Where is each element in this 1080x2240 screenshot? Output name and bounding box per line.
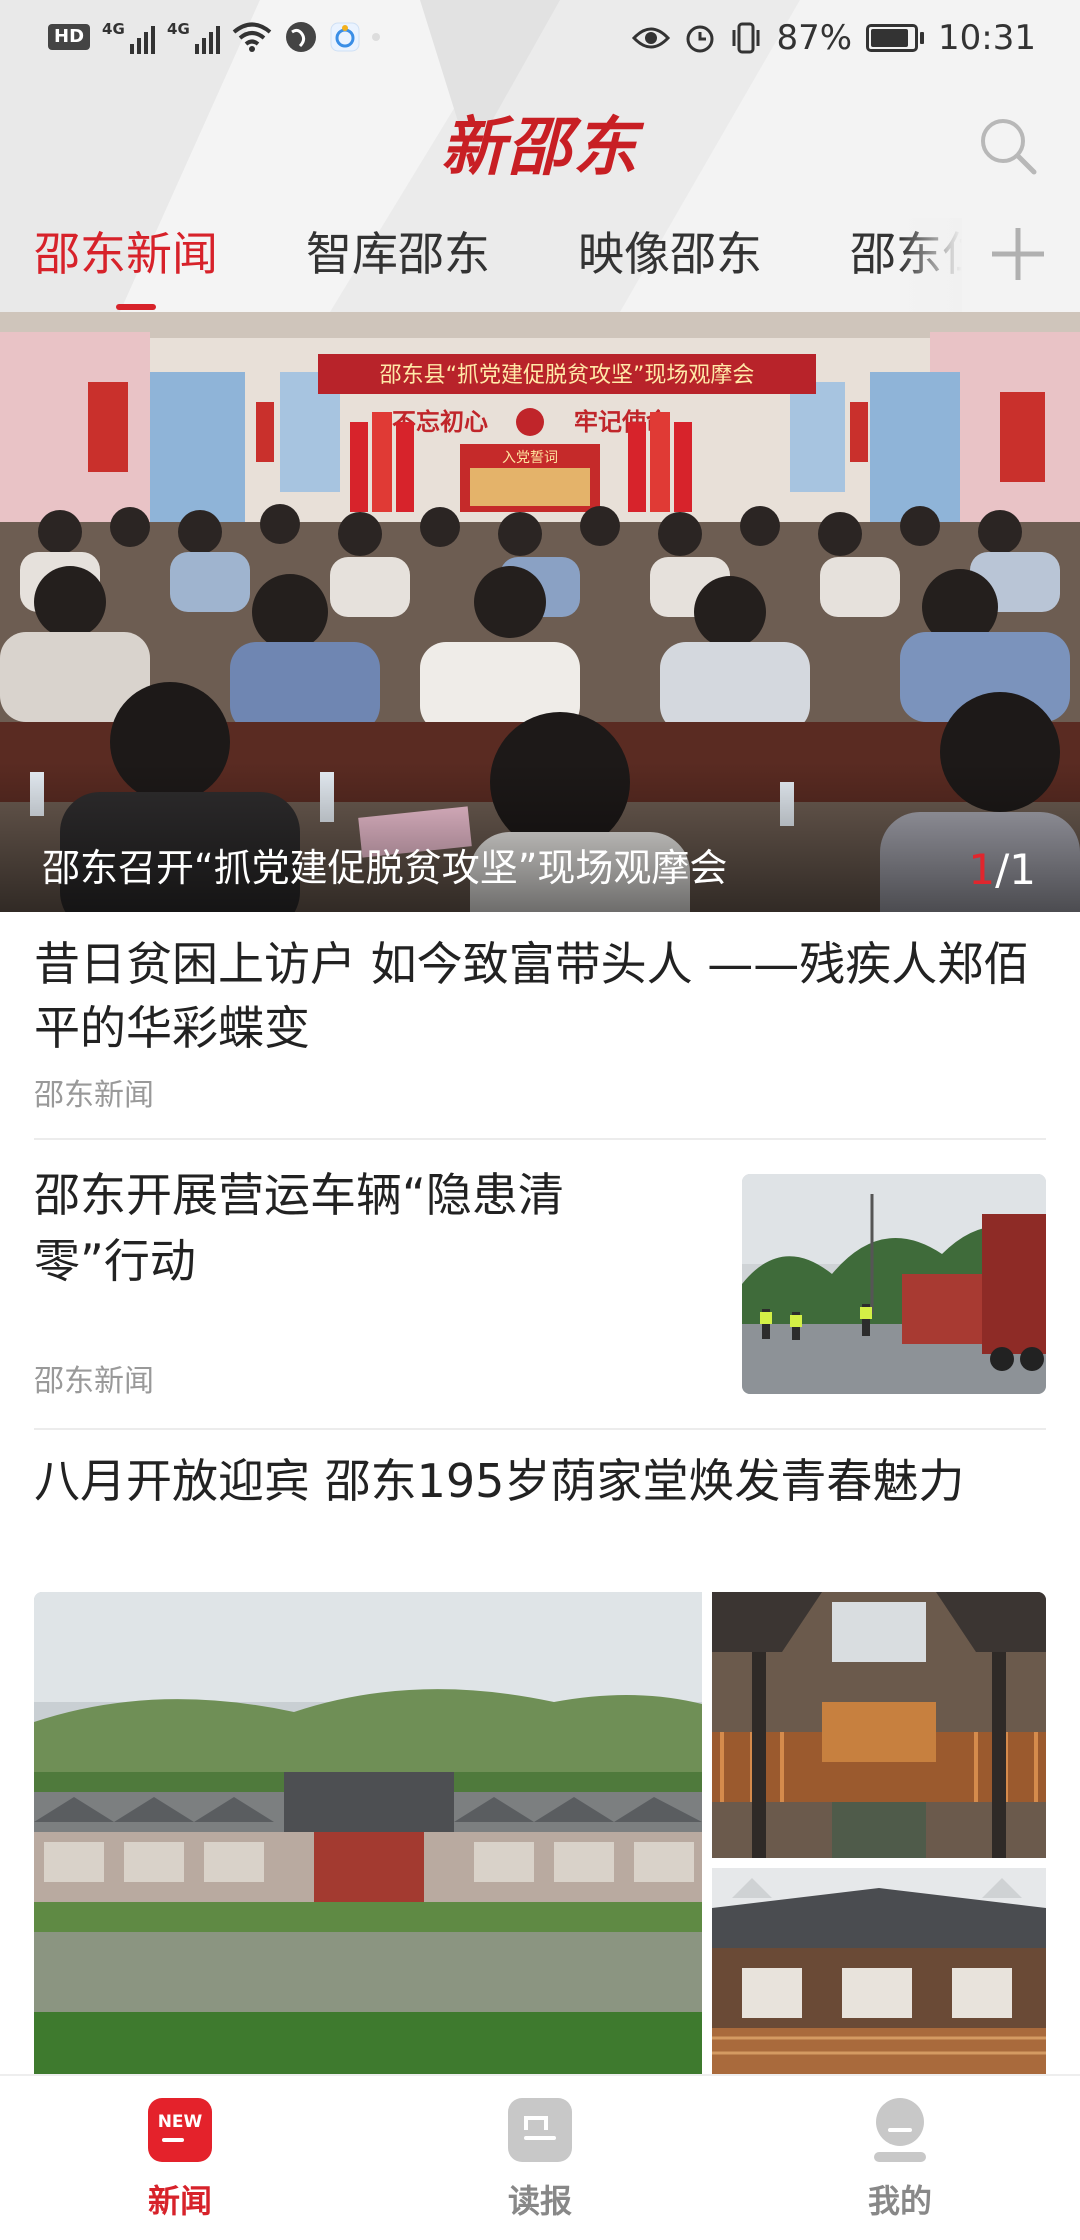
svg-text:入党誓词: 入党誓词 — [502, 450, 558, 466]
article-image-small[interactable] — [712, 1592, 1046, 1858]
search-icon[interactable] — [976, 114, 1040, 178]
article-title[interactable]: 昔日贫困上访户 如今致富带头人 ——残疾人郑佰平的华彩蝶变 — [34, 932, 1046, 1060]
nav-label: 读报 — [507, 2182, 572, 2220]
lotus-app-icon — [330, 22, 360, 52]
article-source: 邵东新闻 — [34, 1078, 154, 1113]
divider — [34, 1428, 1046, 1430]
tab-shaodong-news[interactable]: 邵东新闻 — [34, 218, 218, 284]
article-thumbnail[interactable] — [742, 1174, 1046, 1394]
signal-icon: 4G — [102, 20, 156, 54]
tab-images[interactable]: 映像邵东 — [578, 218, 762, 284]
plus-icon[interactable] — [986, 222, 1050, 286]
newspaper-icon — [508, 2098, 572, 2162]
article-title[interactable]: 八月开放迎宾 邵东195岁荫家堂焕发青春魅力 — [34, 1450, 1046, 1512]
article-source: 邵东新闻 — [34, 1364, 154, 1399]
globe-icon — [286, 22, 317, 52]
article-item[interactable]: 八月开放迎宾 邵东195岁荫家堂焕发青春魅力 — [34, 1450, 1046, 1512]
nav-label: 我的 — [867, 2182, 932, 2220]
nav-news[interactable]: NEW 新闻 — [80, 2098, 280, 2222]
news-icon: NEW — [148, 2098, 212, 2162]
banner-pager: 1/1 — [968, 845, 1036, 894]
signal-icon-2: 4G — [167, 20, 221, 54]
article-item[interactable]: 昔日贫困上访户 如今致富带头人 ——残疾人郑佰平的华彩蝶变 邵东新闻 — [34, 932, 1046, 1114]
active-tab-indicator — [116, 304, 156, 310]
article-image-small[interactable] — [712, 1868, 1046, 2074]
channel-tabs: 邵东新闻 智库邵东 映像邵东 邵东仁 — [0, 218, 1080, 312]
divider — [34, 1138, 1046, 1140]
wifi-icon — [232, 22, 272, 52]
article-image-large[interactable] — [34, 1592, 702, 2074]
dot-icon — [372, 33, 381, 41]
app-logo: 新邵东 — [441, 110, 639, 185]
headline-banner[interactable]: 邵东县“抓党建促脱贫攻坚”现场观摩会 不忘初心 牢记使命 入党誓词 邵东召开“抓… — [0, 312, 1080, 912]
hd-badge: HD — [48, 24, 91, 50]
battery-icon — [866, 24, 925, 52]
photo-meeting-title: 邵东县“抓党建促脱贫攻坚”现场观摩会 — [380, 363, 755, 388]
nav-newspaper[interactable]: 读报 — [440, 2098, 640, 2222]
nav-profile[interactable]: 我的 — [800, 2098, 1000, 2222]
status-bar: HD 4G 4G 87% 10:31 — [0, 0, 1080, 82]
eye-icon — [632, 27, 671, 49]
bottom-nav: NEW 新闻 读报 我的 — [0, 2074, 1080, 2240]
tabs-scroll[interactable]: 邵东新闻 智库邵东 映像邵东 邵东仁 — [0, 218, 962, 312]
banner-caption[interactable]: 邵东召开“抓党建促脱贫攻坚”现场观摩会 — [42, 837, 727, 892]
app-header: HD 4G 4G 87% 10:31 新邵东 邵东新闻 智库邵东 映像邵东 — [0, 0, 1080, 312]
tab-think-tank[interactable]: 智库邵东 — [306, 218, 490, 284]
nav-label: 新闻 — [147, 2182, 212, 2220]
alarm-icon — [686, 25, 714, 53]
clock: 10:31 — [938, 18, 1036, 58]
profile-icon — [868, 2098, 932, 2162]
vibrate-icon — [732, 22, 760, 54]
article-item[interactable]: 邵东开展营运车辆“隐患清零”行动 — [34, 1162, 654, 1294]
battery-percent: 87% — [776, 18, 853, 58]
article-title[interactable]: 邵东开展营运车辆“隐患清零”行动 — [34, 1162, 654, 1294]
